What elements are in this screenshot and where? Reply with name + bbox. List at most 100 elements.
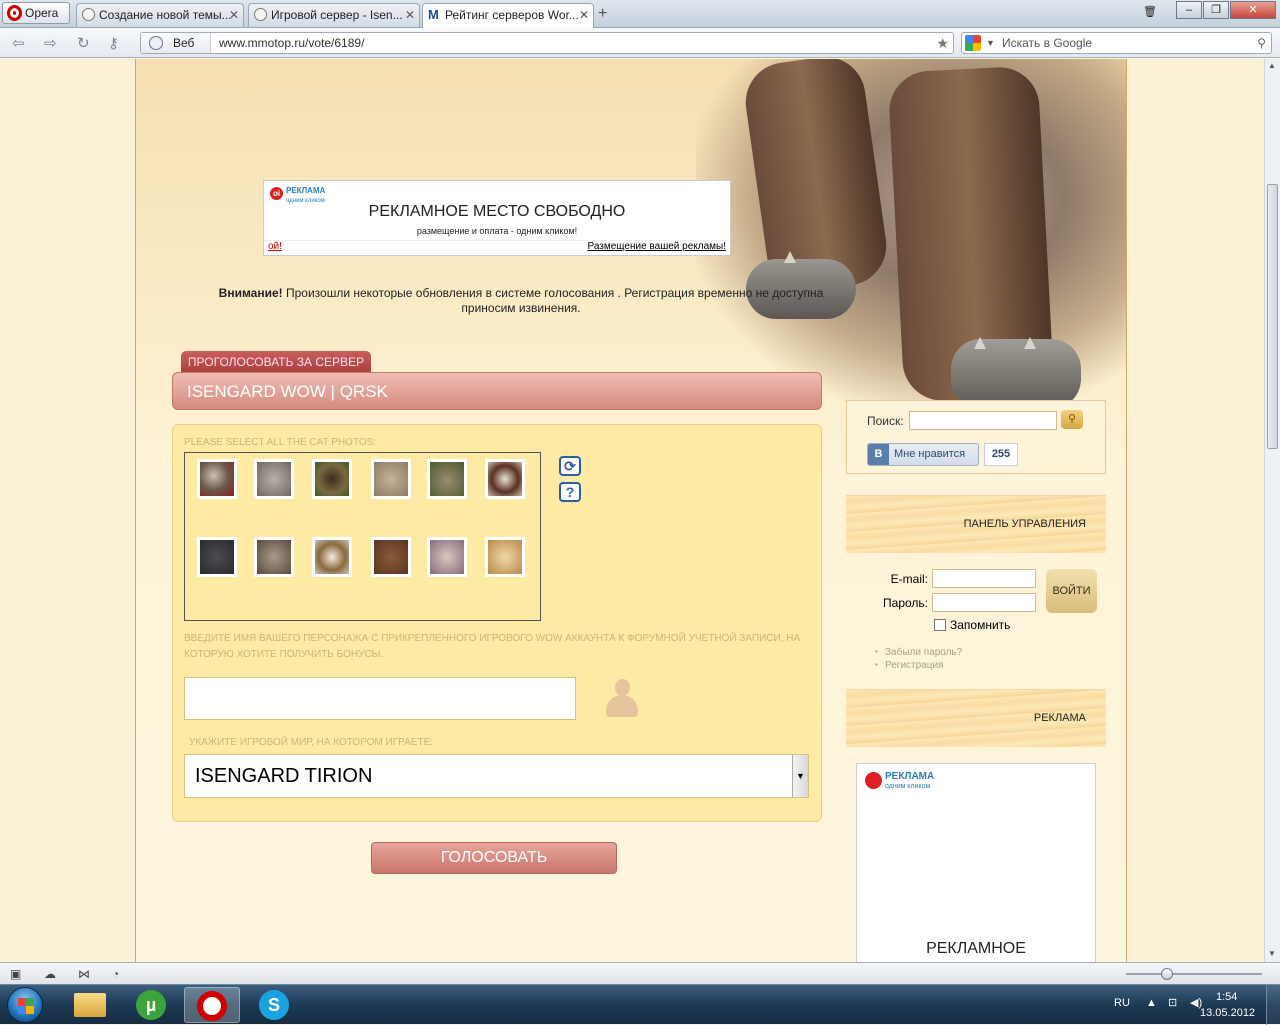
language-indicator[interactable]: RU (1114, 997, 1130, 1009)
search-engine-box[interactable]: ▼ Искать в Google ⚲ (961, 32, 1272, 54)
close-button[interactable]: ✕ (1230, 1, 1276, 19)
remember-label[interactable]: Запомнить (950, 618, 1010, 632)
hero-artwork-spike (784, 251, 796, 263)
server-name-header: ISENGARD WOW | QRSK (172, 372, 822, 410)
explorer-taskbar-button[interactable] (62, 987, 118, 1023)
captcha-photo[interactable] (312, 537, 352, 577)
tab-label: Рейтинг серверов Wor... (445, 8, 579, 22)
captcha-photo[interactable] (254, 537, 294, 577)
globe-icon (149, 36, 163, 50)
ad-logo-sub: одним кликом (885, 783, 931, 790)
captcha-photo[interactable] (371, 459, 411, 499)
speed-dial-icon[interactable]: ◔ (112, 967, 119, 981)
zoom-slider-track[interactable] (1126, 973, 1262, 975)
clock-time[interactable]: 1:54 (1216, 991, 1237, 1003)
vk-like-button[interactable]: В Мне нравится (867, 443, 979, 466)
page-viewport: oi РЕКЛАМА одним кликом РЕКЛАМНОЕ МЕСТО СВ… (0, 59, 1264, 962)
captcha-photo[interactable] (197, 537, 237, 577)
captcha-help-icon[interactable]: ? (559, 482, 581, 502)
ad-subline: размещение и оплата - одним кликом! (416, 226, 578, 236)
chevron-down-icon[interactable]: ▼ (792, 755, 808, 797)
cloud-icon[interactable]: ☁ (44, 967, 56, 981)
refresh-icon[interactable]: ⟳ (559, 456, 581, 476)
start-button[interactable] (7, 987, 43, 1023)
clock-date[interactable]: 13.05.2012 (1200, 1007, 1255, 1019)
network-icon[interactable]: ⊡ (1168, 996, 1177, 1009)
minimize-button[interactable]: – (1176, 1, 1202, 19)
key-icon[interactable]: ⚷ (108, 34, 119, 52)
tab-close-icon[interactable]: ✕ (405, 4, 415, 26)
email-field[interactable] (932, 569, 1036, 588)
password-field[interactable] (932, 593, 1036, 612)
captcha-photo[interactable] (485, 537, 525, 577)
scroll-down-icon[interactable]: ▼ (1268, 949, 1276, 958)
trash-icon[interactable]: 🗑 (1142, 4, 1158, 22)
opera-icon (197, 991, 227, 1021)
tab-game-server[interactable]: Игровой сервер - Isen... ✕ (248, 3, 420, 27)
restore-button[interactable]: ❐ (1203, 1, 1229, 19)
sidebar-ad-box[interactable]: РЕКЛАМА одним кликом РЕКЛАМНОЕ (856, 763, 1096, 962)
search-placeholder[interactable]: Искать в Google (1002, 33, 1092, 53)
panel-toggle-icon[interactable]: ▣ (10, 967, 21, 981)
address-bar[interactable]: Веб www.mmotop.ru/vote/6189/ ★ (140, 32, 954, 54)
site-container: oi РЕКЛАМА одним кликом РЕКЛАМНОЕ МЕСТО СВ… (135, 59, 1127, 962)
show-desktop-button[interactable] (1266, 985, 1280, 1025)
tab-forum-new-topic[interactable]: Создание новой темы... ✕ (76, 3, 244, 27)
vk-like-count: 255 (984, 443, 1018, 466)
vk-logo-icon: В (868, 444, 889, 465)
site-search-input[interactable] (909, 411, 1057, 430)
vote-tab[interactable]: ПРОГОЛОСОВАТЬ ЗА СЕРВЕР (181, 351, 371, 373)
vote-form: PLEASE SELECT ALL THE CAT PHOTOS: ⟳ ? ВВ… (172, 424, 822, 822)
email-label: E-mail: (890, 572, 928, 586)
search-icon[interactable]: ⚲ (1257, 33, 1266, 53)
forgot-password-link[interactable]: Забыли пароль? (875, 647, 962, 658)
bookmark-star-icon[interactable]: ★ (936, 33, 949, 53)
scrollbar-thumb[interactable] (1267, 184, 1278, 449)
opera-menu-button[interactable]: Opera (2, 2, 70, 24)
captcha-photo[interactable] (254, 459, 294, 499)
remember-checkbox[interactable] (934, 619, 946, 631)
captcha-photo[interactable] (485, 459, 525, 499)
forward-icon[interactable]: ⇨ (44, 34, 57, 52)
opera-taskbar-button[interactable] (184, 987, 240, 1023)
google-icon[interactable] (965, 35, 981, 51)
login-button[interactable]: ВОЙТИ (1046, 569, 1097, 613)
search-icon[interactable]: ⚲ (1061, 410, 1083, 429)
vote-submit-button[interactable]: ГОЛОСОВАТЬ (371, 842, 617, 874)
captcha-photo[interactable] (427, 459, 467, 499)
page-scrollbar[interactable]: ▲ ▼ (1264, 59, 1280, 962)
ad-logo-text: РЕКЛАМА (885, 771, 935, 782)
control-panel-title: ПАНЕЛЬ УПРАВЛЕНИЯ (963, 518, 1086, 530)
tray-expand-icon[interactable]: ▲ (1146, 997, 1157, 1009)
ad-section-header: РЕКЛАМА (846, 689, 1106, 747)
realm-select[interactable]: ISENGARD TIRION ▼ (184, 754, 809, 798)
skype-taskbar-button[interactable]: S (247, 987, 303, 1023)
tab-server-rating[interactable]: M Рейтинг серверов Wor... ✕ (422, 3, 594, 28)
address-url[interactable]: www.mmotop.ru/vote/6189/ (219, 33, 364, 53)
web-label: Веб (173, 36, 195, 50)
new-tab-icon[interactable]: + (598, 5, 607, 23)
sidebar-ad-text: РЕКЛАМНОЕ (926, 940, 1026, 957)
ad-place-link[interactable]: Размещение вашей рекламы! (588, 241, 727, 252)
captcha-photo[interactable] (312, 459, 352, 499)
ad-oi-link[interactable]: ой! (268, 241, 282, 252)
captcha-photo[interactable] (197, 459, 237, 499)
utorrent-taskbar-button[interactable]: µ (124, 987, 180, 1023)
web-indicator[interactable]: Веб (141, 33, 211, 53)
character-name-input[interactable] (184, 677, 576, 720)
ad-logo-icon (865, 772, 882, 789)
ad-banner[interactable]: oi РЕКЛАМА одним кликом РЕКЛАМНОЕ МЕСТО СВ… (263, 180, 731, 256)
reload-icon[interactable]: ↻ (77, 34, 90, 52)
zoom-slider-thumb[interactable] (1161, 968, 1173, 980)
captcha-photo[interactable] (427, 537, 467, 577)
captcha-photo[interactable] (371, 537, 411, 577)
tab-close-icon[interactable]: ✕ (229, 4, 239, 26)
tab-label: Игровой сервер - Isen... (271, 8, 403, 22)
chevron-down-icon[interactable]: ▼ (986, 33, 995, 53)
register-link[interactable]: Регистрация (875, 660, 944, 671)
scroll-up-icon[interactable]: ▲ (1268, 61, 1276, 70)
folder-icon (74, 993, 106, 1017)
tab-close-icon[interactable]: ✕ (579, 4, 589, 26)
share-icon[interactable]: ⋈ (78, 967, 90, 981)
back-icon[interactable]: ⇦ (12, 34, 25, 52)
